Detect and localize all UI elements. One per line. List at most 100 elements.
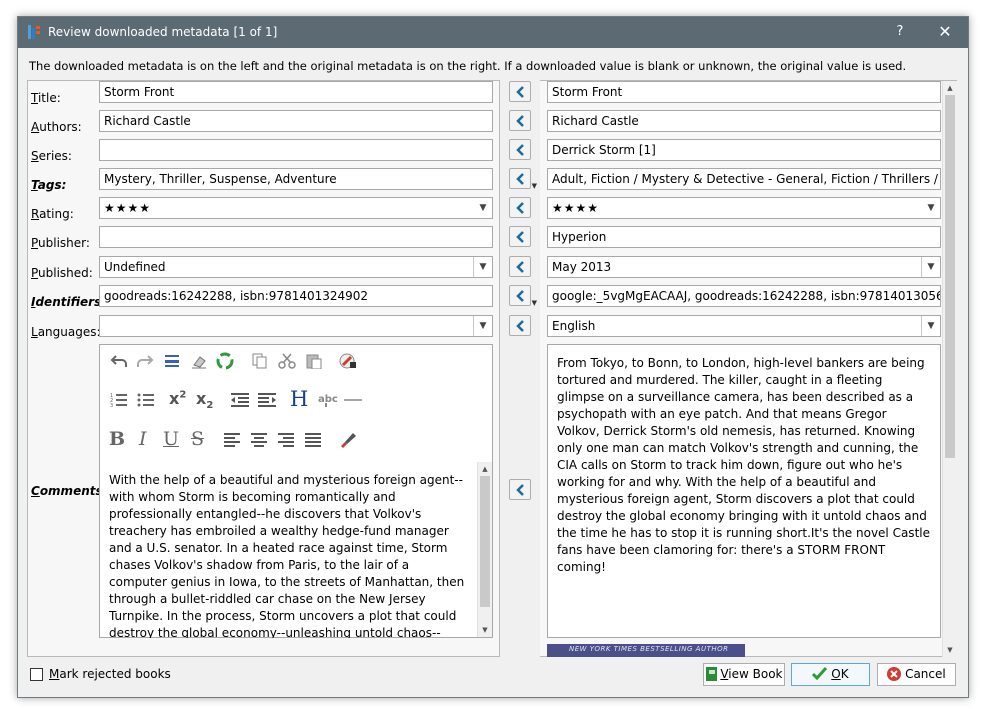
underline-icon[interactable]: U (163, 428, 179, 450)
paste-icon[interactable] (305, 353, 323, 369)
original-title-field[interactable]: Storm Front (547, 81, 941, 103)
downloaded-publisher-field[interactable] (99, 226, 493, 248)
original-rating-combo[interactable]: ★★★★ ▼ (547, 197, 941, 219)
cut-icon[interactable] (278, 353, 296, 369)
original-authors-field[interactable]: Richard Castle (547, 110, 941, 132)
mark-rejected-checkbox[interactable] (30, 668, 43, 681)
eraser-icon[interactable] (190, 353, 208, 369)
insert-link-icon[interactable] (338, 352, 358, 370)
downloaded-identifiers-field[interactable]: goodreads:16242288, isbn:9781401324902 (99, 285, 493, 307)
scrollbar-thumb[interactable] (480, 476, 490, 607)
copy-publisher-button[interactable] (509, 226, 531, 247)
subscript-icon[interactable]: x2 (196, 389, 213, 411)
italic-icon[interactable]: I (139, 428, 147, 450)
cancel-button[interactable]: Cancel (877, 663, 956, 686)
outdent-icon[interactable] (230, 392, 250, 408)
align-center-icon[interactable] (250, 432, 268, 448)
comments-label: Comments: (31, 484, 108, 498)
calibre-app-icon (28, 25, 40, 39)
mark-rejected-label[interactable]: Mark rejected books (49, 667, 171, 681)
original-panel-scrollbar[interactable]: ▲ ▼ (942, 81, 957, 657)
book-icon (705, 667, 717, 681)
original-published-combo[interactable]: May 2013 ▼ (547, 256, 941, 278)
chevron-down-icon[interactable]: ▼ (532, 182, 537, 190)
scroll-up-icon[interactable]: ▲ (943, 81, 957, 95)
downloaded-comments-scrollbar[interactable]: ▲ ▼ (477, 462, 492, 637)
original-series-field[interactable]: Derrick Storm [1] (547, 139, 941, 161)
window-title: Review downloaded metadata [1 of 1] (48, 25, 278, 39)
chevron-down-icon[interactable]: ▼ (473, 257, 492, 277)
undo-icon[interactable] (110, 353, 128, 369)
copy-tags-button[interactable]: ▼ (509, 168, 537, 190)
align-right-icon[interactable] (277, 432, 295, 448)
downloaded-tags-field[interactable]: Mystery, Thriller, Suspense, Adventure (99, 168, 493, 190)
original-languages-value: English (552, 319, 596, 333)
cover-banner-text: NEW YORK TIMES BESTSELLING AUTHOR (569, 645, 729, 653)
copy-series-button[interactable] (509, 139, 531, 160)
horizontal-rule-icon[interactable] (343, 392, 363, 408)
background-color-icon[interactable] (338, 430, 358, 448)
select-all-icon[interactable] (163, 353, 181, 369)
strikethrough-icon[interactable]: S (191, 428, 204, 450)
arrow-left-icon (516, 144, 524, 156)
original-comments-view[interactable]: From Tokyo, to Bonn, to London, high-lev… (547, 344, 941, 638)
original-comments-text: From Tokyo, to Bonn, to London, high-lev… (557, 356, 930, 574)
ok-button[interactable]: OK (791, 663, 870, 686)
downloaded-languages-combo[interactable]: ▼ (99, 315, 493, 337)
downloaded-published-combo[interactable]: Undefined ▼ (99, 256, 493, 278)
superscript-icon[interactable]: x2 (169, 389, 186, 408)
heading-icon[interactable]: H (290, 387, 308, 411)
copy-rating-button[interactable] (509, 197, 531, 218)
arrow-left-icon (516, 231, 524, 243)
chevron-down-icon[interactable]: ▼ (922, 198, 940, 218)
original-rating-stars: ★★★★ (552, 201, 600, 215)
redo-icon[interactable] (136, 353, 154, 369)
spell-check-icon[interactable]: abc (318, 392, 338, 408)
chevron-down-icon[interactable]: ▼ (532, 299, 537, 307)
help-button[interactable]: ? (890, 24, 910, 39)
downloaded-rating-stars: ★★★★ (104, 201, 152, 215)
close-button[interactable]: ✕ (935, 22, 955, 41)
downloaded-comments-editor[interactable]: 123 x2 x2 H abc B I U S With the help of… (99, 344, 493, 638)
copy-comments-button[interactable] (509, 479, 531, 500)
downloaded-comments-text[interactable]: With the help of a beautiful and mysteri… (109, 472, 469, 638)
chevron-down-icon[interactable]: ▼ (921, 257, 940, 277)
original-identifiers-field[interactable]: google:_5vgMgEACAAJ, goodreads:16242288,… (547, 285, 941, 307)
downloaded-series-field[interactable] (99, 139, 493, 161)
rating-label: Rating: (31, 207, 74, 221)
original-languages-combo[interactable]: English ▼ (547, 315, 941, 337)
arrow-left-icon (516, 173, 524, 185)
view-book-button[interactable]: View Book (703, 663, 785, 686)
chevron-down-icon[interactable]: ▼ (473, 316, 492, 336)
recycle-icon[interactable] (216, 352, 234, 370)
copy-identifiers-button[interactable]: ▼ (509, 285, 537, 307)
chevron-down-icon[interactable]: ▼ (921, 316, 940, 336)
scroll-down-icon[interactable]: ▼ (478, 623, 492, 637)
copy-languages-button[interactable] (509, 315, 531, 336)
authors-label: Authors: (31, 120, 82, 134)
scroll-down-icon[interactable]: ▼ (943, 643, 957, 657)
arrow-left-icon (516, 320, 524, 332)
downloaded-rating-combo[interactable]: ★★★★ ▼ (99, 197, 493, 219)
downloaded-authors-field[interactable]: Richard Castle (99, 110, 493, 132)
copy-published-button[interactable] (509, 256, 531, 277)
svg-text:3: 3 (110, 403, 113, 408)
align-left-icon[interactable] (223, 432, 241, 448)
unordered-list-icon[interactable] (137, 392, 155, 408)
original-tags-field[interactable]: Adult, Fiction / Mystery & Detective - G… (547, 168, 941, 190)
title-label: Title: (31, 91, 61, 105)
scrollbar-thumb[interactable] (945, 95, 955, 458)
arrow-left-icon (516, 115, 524, 127)
justify-icon[interactable] (304, 432, 322, 448)
bold-icon[interactable]: B (109, 428, 125, 450)
copy-title-button[interactable] (509, 81, 531, 102)
ordered-list-icon[interactable]: 123 (110, 392, 128, 408)
indent-icon[interactable] (257, 392, 277, 408)
chevron-down-icon[interactable]: ▼ (474, 198, 492, 218)
scroll-up-icon[interactable]: ▲ (478, 462, 492, 476)
series-label: Series: (31, 149, 72, 163)
copy-icon[interactable] (251, 353, 269, 369)
copy-authors-button[interactable] (509, 110, 531, 131)
downloaded-title-field[interactable]: Storm Front (99, 81, 493, 103)
original-publisher-field[interactable]: Hyperion (547, 226, 941, 248)
